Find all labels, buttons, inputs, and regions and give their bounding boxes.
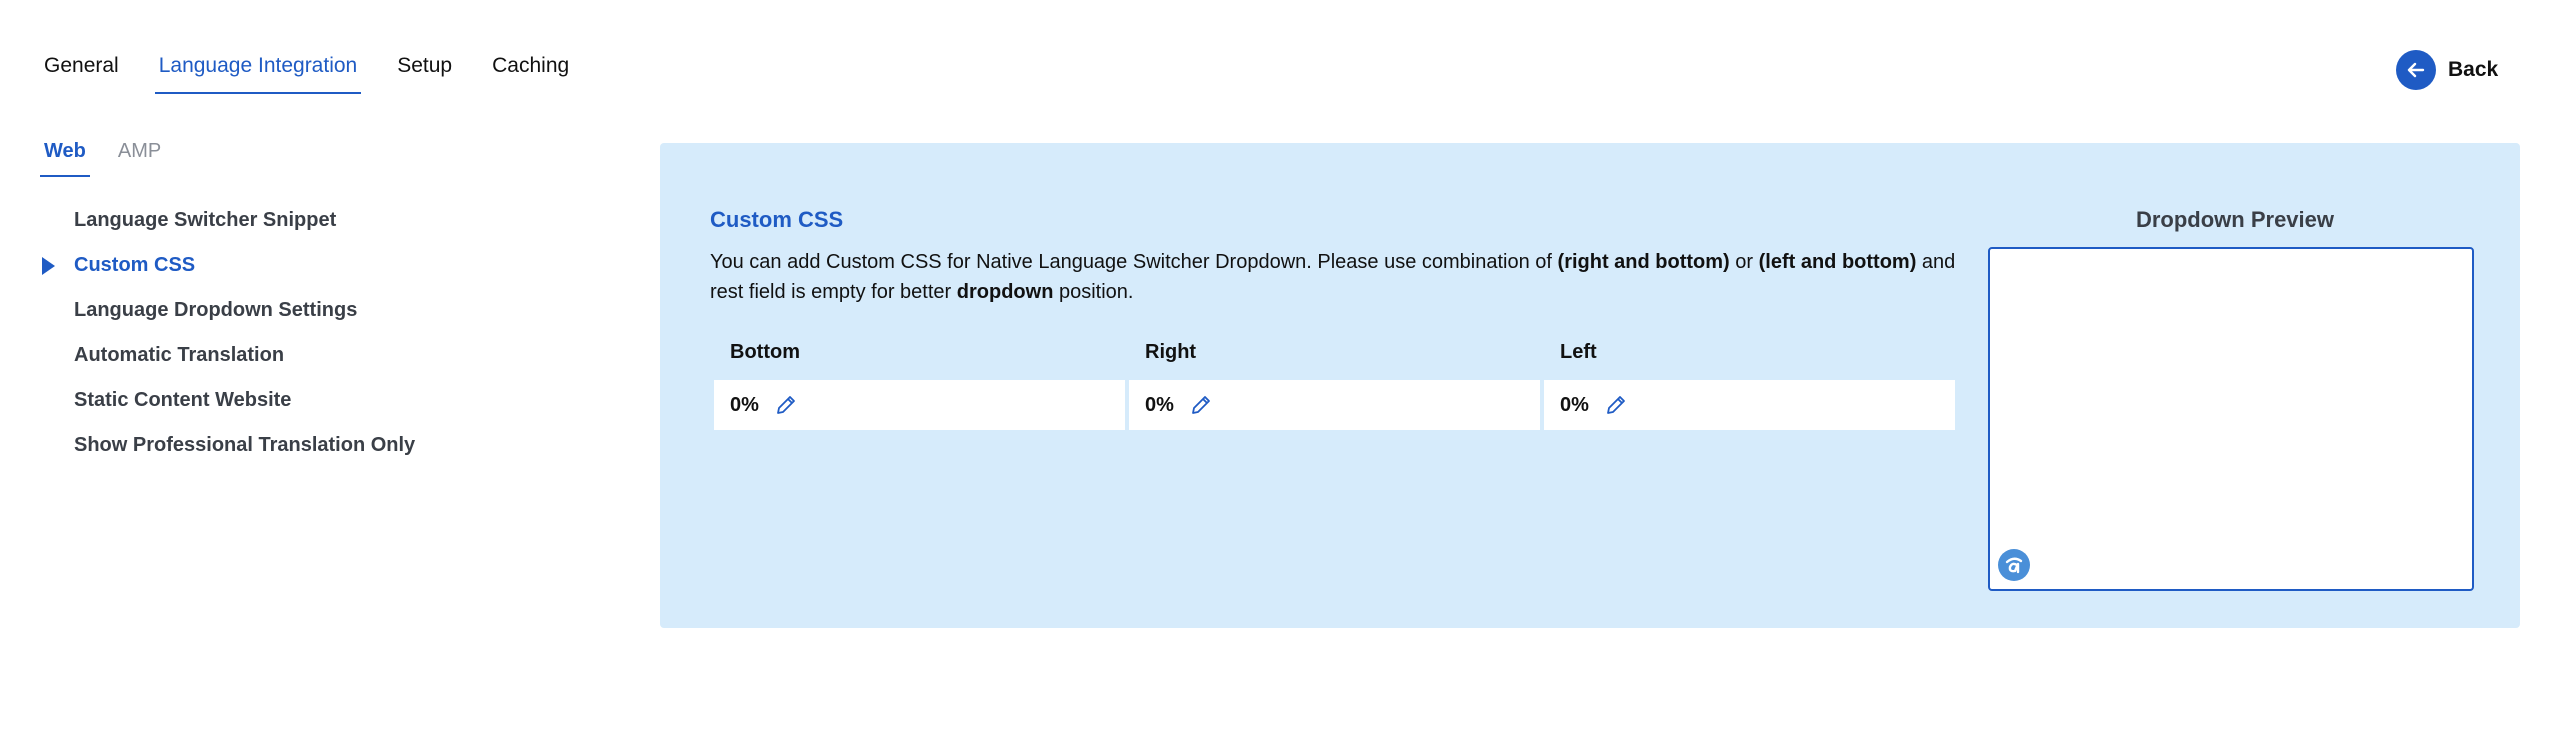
desc-bold-dropdown: dropdown (956, 281, 1054, 303)
tab-caching[interactable]: Caching (492, 54, 569, 94)
custom-css-panel: Custom CSS You can add Custom CSS for Na… (660, 143, 2520, 628)
side-item-label: Custom CSS (74, 254, 196, 276)
caret-right-icon (42, 257, 55, 275)
desc-text: position. (1053, 281, 1134, 303)
pencil-icon[interactable] (1190, 394, 1212, 416)
side-item-label: Language Dropdown Settings (74, 299, 358, 321)
side-menu: Language Switcher Snippet Custom CSS Lan… (40, 205, 600, 475)
left-value: 0% (1560, 393, 1589, 416)
custom-css-description: You can add Custom CSS for Native Langua… (710, 247, 1970, 307)
field-labels: Bottom Right Left (714, 341, 1959, 364)
arrow-left-icon (2396, 50, 2436, 90)
side-item-label: Automatic Translation (74, 344, 285, 366)
pencil-icon[interactable] (1605, 394, 1627, 416)
right-field[interactable]: 0% (1129, 380, 1540, 430)
left-field[interactable]: 0% (1544, 380, 1955, 430)
side-item-label: Static Content Website (74, 389, 292, 411)
bottom-label: Bottom (730, 341, 800, 363)
back-label: Back (2448, 58, 2499, 81)
top-tabs: General Language Integration Setup Cachi… (44, 54, 609, 94)
tab-setup[interactable]: Setup (397, 54, 452, 94)
dropdown-preview (1988, 247, 2474, 591)
language-switcher-logo-icon[interactable] (1998, 549, 2030, 581)
side-item-custom-css[interactable]: Custom CSS (40, 250, 600, 295)
section-title: Custom CSS (710, 207, 844, 232)
back-button[interactable]: Back (2396, 50, 2498, 90)
bottom-value: 0% (730, 393, 759, 416)
tab-general[interactable]: General (44, 54, 119, 94)
side-item-language-switcher-snippet[interactable]: Language Switcher Snippet (40, 205, 600, 250)
desc-bold-right-bottom: (right and bottom) (1557, 251, 1730, 273)
preview-title: Dropdown Preview (2135, 207, 2335, 232)
desc-bold-left-bottom: (left and bottom) (1758, 251, 1917, 273)
side-item-automatic-translation[interactable]: Automatic Translation (40, 340, 600, 385)
side-item-show-professional-translation-only[interactable]: Show Professional Translation Only (40, 430, 600, 475)
pencil-icon[interactable] (775, 394, 797, 416)
right-value: 0% (1145, 393, 1174, 416)
subtab-amp[interactable]: AMP (114, 140, 165, 177)
side-item-static-content-website[interactable]: Static Content Website (40, 385, 600, 430)
desc-text: You can add Custom CSS for Native Langua… (710, 251, 1558, 273)
bottom-field[interactable]: 0% (714, 380, 1125, 430)
desc-text: or (1729, 251, 1759, 273)
side-item-label: Show Professional Translation Only (74, 434, 416, 456)
settings-page: General Language Integration Setup Cachi… (0, 0, 2559, 745)
subtab-web[interactable]: Web (40, 140, 90, 177)
right-label: Right (1145, 341, 1197, 363)
tab-language-integration[interactable]: Language Integration (154, 54, 362, 94)
sub-tabs: Web AMP (40, 140, 189, 177)
position-fields: Bottom Right Left 0% 0% 0% (714, 341, 1959, 430)
side-item-label: Language Switcher Snippet (74, 209, 337, 231)
side-item-language-dropdown-settings[interactable]: Language Dropdown Settings (40, 295, 600, 340)
left-label: Left (1560, 341, 1597, 363)
field-inputs: 0% 0% 0% (714, 380, 1959, 430)
